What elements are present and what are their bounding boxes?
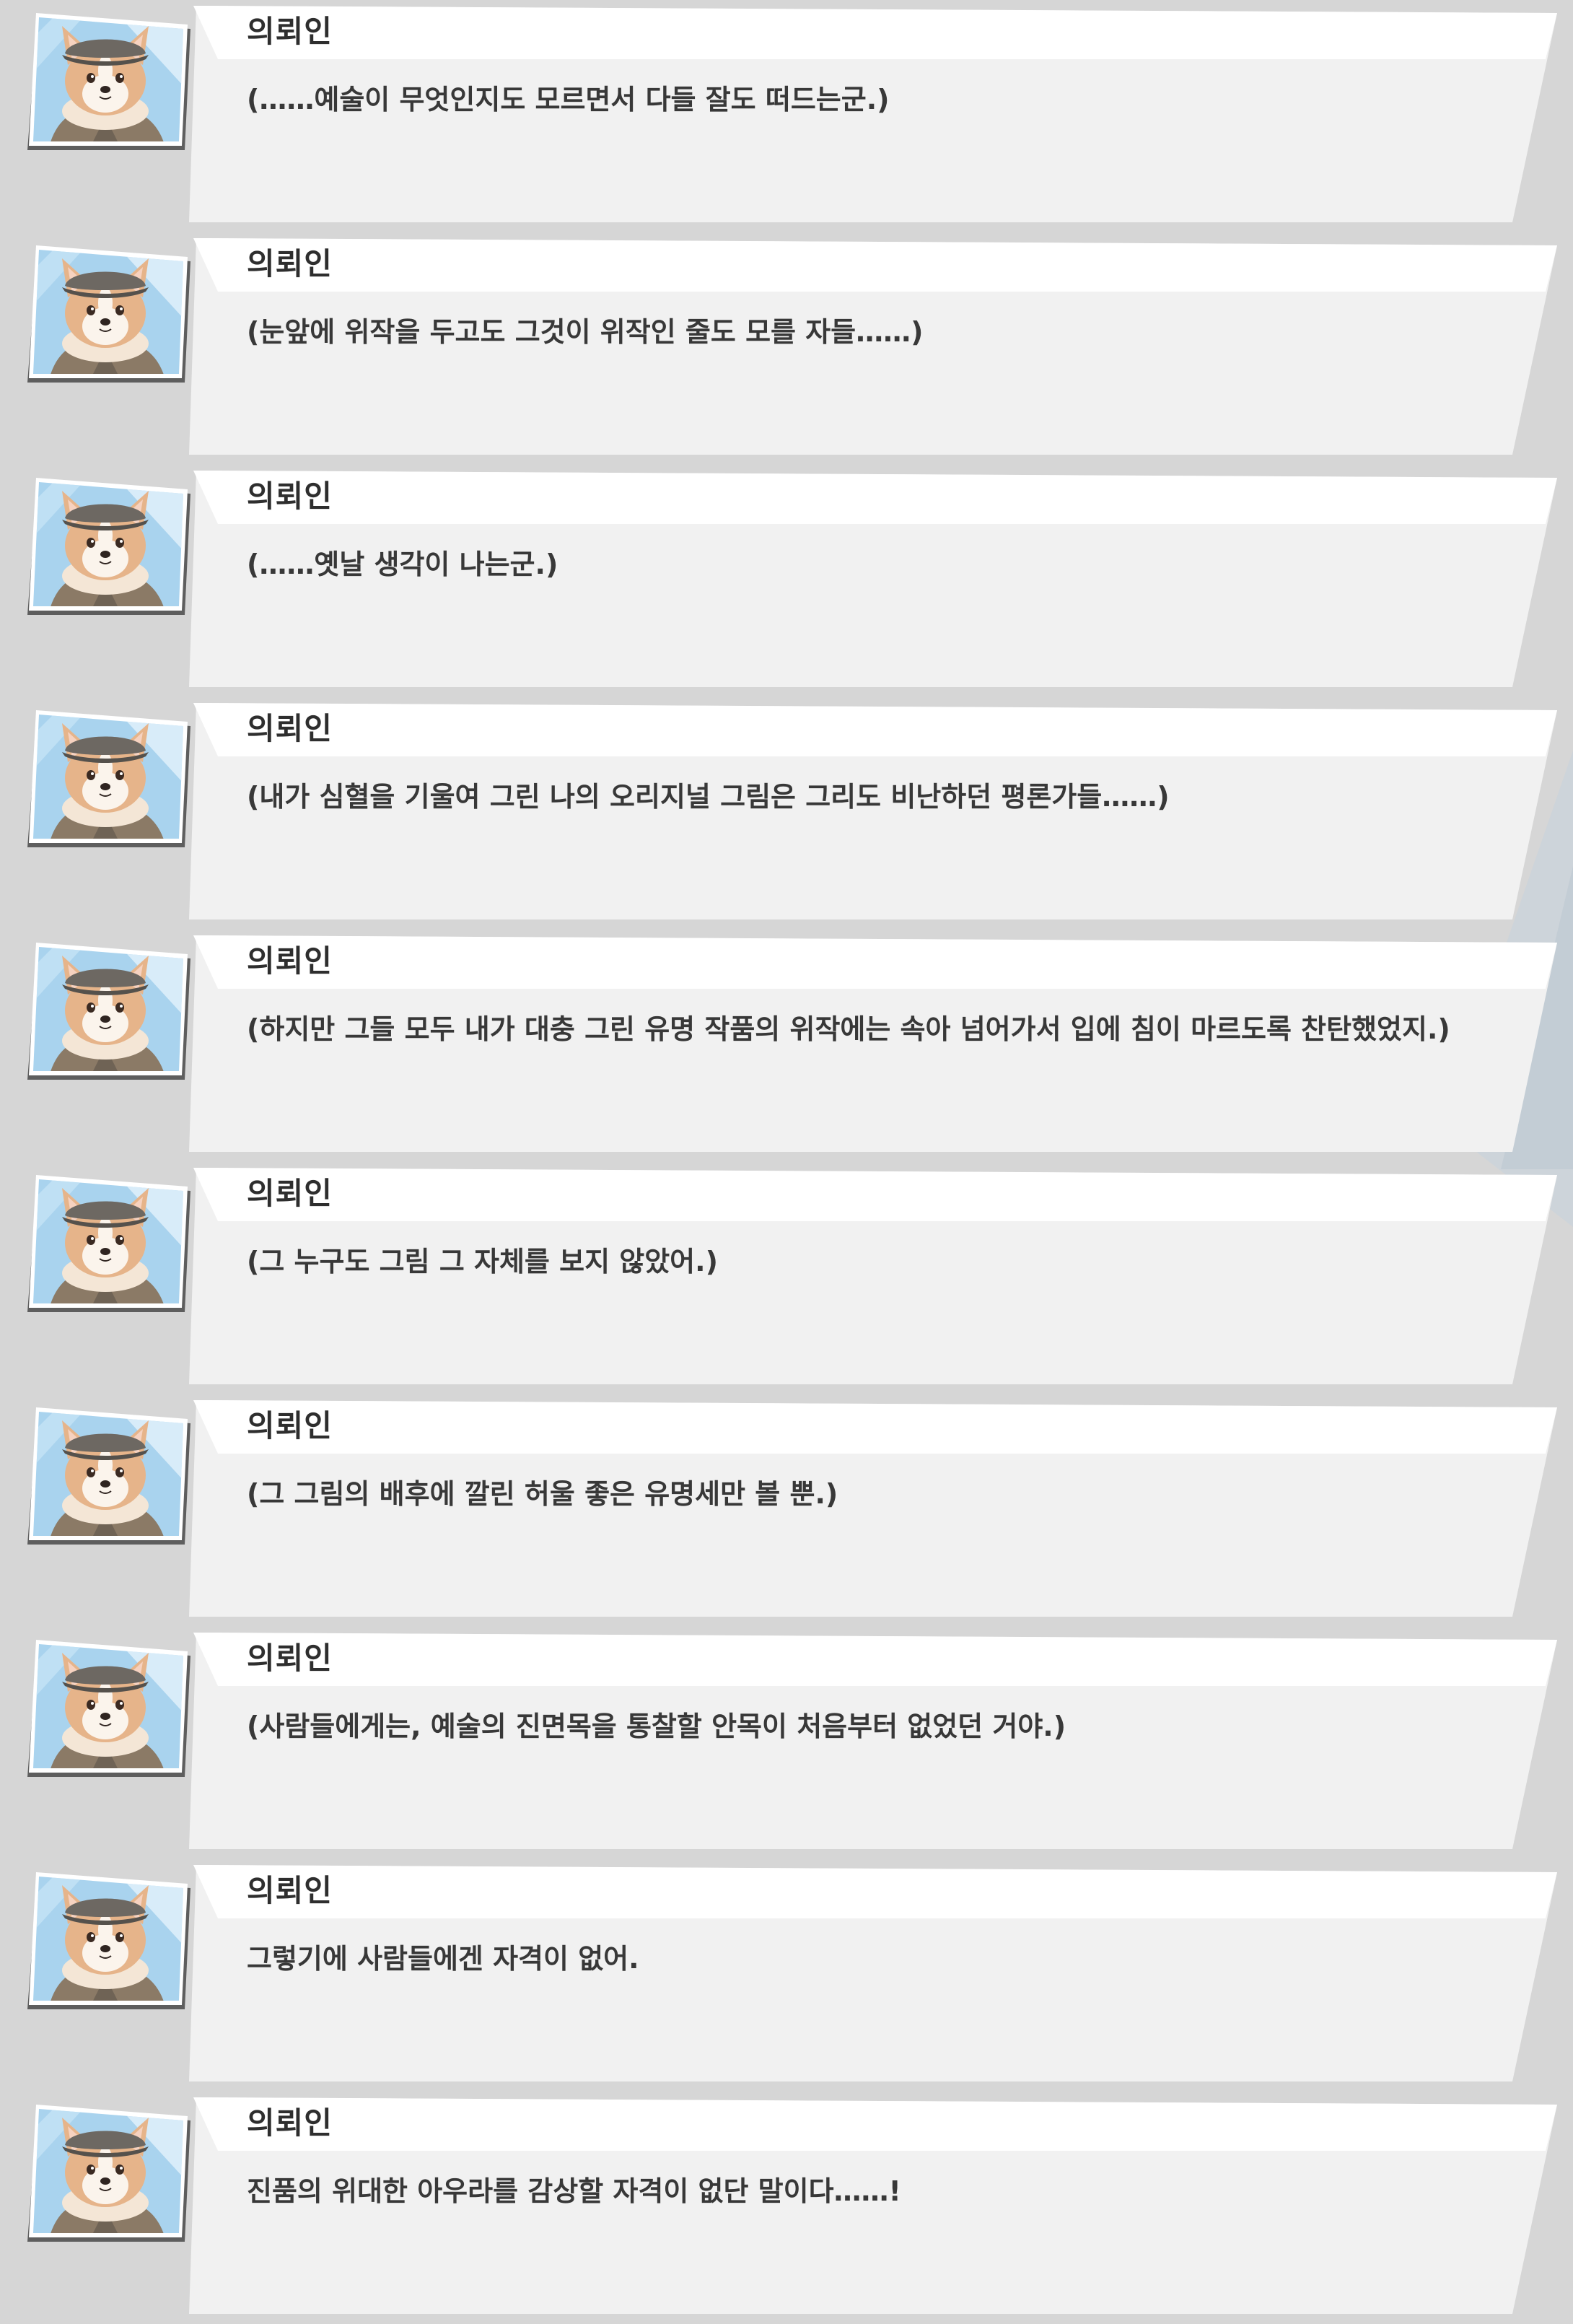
dialogue-entry-8: 의뢰인 (사람들에게는, 예술의 진면목을 통찰할 안목이 처음부터 없었던 거… bbox=[0, 1627, 1573, 1859]
dialogue-bubble[interactable]: 의뢰인 (그 그림의 배후에 깔린 허울 좋은 유명세만 볼 뿐.) bbox=[189, 1400, 1557, 1617]
corgi-client-portrait bbox=[19, 1868, 192, 2012]
corgi-client-portrait bbox=[19, 1171, 192, 1315]
dialogue-text: 진품의 위대한 아우라를 감상할 자격이 없단 말이다……! bbox=[247, 2175, 901, 2207]
speaker-name: 의뢰인 bbox=[247, 479, 333, 514]
dialogue-text: 그렇기에 사람들에겐 자격이 없어. bbox=[247, 1943, 639, 1975]
dialogue-bubble[interactable]: 의뢰인 (……옛날 생각이 나는군.) bbox=[189, 471, 1557, 687]
speaker-name: 의뢰인 bbox=[247, 1641, 333, 1676]
dialogue-entry-7: 의뢰인 (그 그림의 배후에 깔린 허울 좋은 유명세만 볼 뿐.) bbox=[0, 1394, 1573, 1627]
corgi-client-portrait bbox=[19, 1635, 192, 1780]
dialogue-entry-5: 의뢰인 (하지만 그들 모두 내가 대충 그린 유명 작품의 위작에는 속아 넘… bbox=[0, 930, 1573, 1162]
dialogue-bubble[interactable]: 의뢰인 진품의 위대한 아우라를 감상할 자격이 없단 말이다……! bbox=[189, 2097, 1557, 2314]
speaker-name: 의뢰인 bbox=[247, 2105, 333, 2141]
dialogue-bubble[interactable]: 의뢰인 (눈앞에 위작을 두고도 그것이 위작인 줄도 모를 자들……) bbox=[189, 238, 1557, 455]
dialogue-bubble[interactable]: 의뢰인 (사람들에게는, 예술의 진면목을 통찰할 안목이 처음부터 없었던 거… bbox=[189, 1633, 1557, 1849]
speaker-name: 의뢰인 bbox=[247, 1176, 333, 1211]
dialogue-bubble[interactable]: 의뢰인 (……예술이 무엇인지도 모르면서 다들 잘도 떠드는군.) bbox=[189, 6, 1557, 222]
corgi-client-portrait bbox=[19, 938, 192, 1083]
corgi-client-portrait bbox=[19, 2100, 192, 2245]
dialogue-entry-9: 의뢰인 그렇기에 사람들에겐 자격이 없어. bbox=[0, 1859, 1573, 2092]
dialogue-text: (하지만 그들 모두 내가 대충 그린 유명 작품의 위작에는 속아 넘어가서 … bbox=[247, 1013, 1450, 1045]
corgi-client-portrait bbox=[19, 1403, 192, 1547]
dialogue-entry-1: 의뢰인 (……예술이 무엇인지도 모르면서 다들 잘도 떠드는군.) bbox=[0, 0, 1573, 232]
dialogue-text: (내가 심혈을 기울여 그린 나의 오리지널 그림은 그리도 비난하던 평론가들… bbox=[247, 781, 1170, 813]
dialogue-text: (그 그림의 배후에 깔린 허울 좋은 유명세만 볼 뿐.) bbox=[247, 1478, 838, 1510]
dialogue-log: 의뢰인 (……예술이 무엇인지도 모르면서 다들 잘도 떠드는군.) 의뢰인 (… bbox=[0, 0, 1573, 2323]
dialogue-bubble[interactable]: 의뢰인 (하지만 그들 모두 내가 대충 그린 유명 작품의 위작에는 속아 넘… bbox=[189, 935, 1557, 1152]
dialogue-bubble[interactable]: 의뢰인 (내가 심혈을 기울여 그린 나의 오리지널 그림은 그리도 비난하던 … bbox=[189, 703, 1557, 919]
dialogue-text: (……옛날 생각이 나는군.) bbox=[247, 549, 558, 580]
dialogue-text: (눈앞에 위작을 두고도 그것이 위작인 줄도 모를 자들……) bbox=[247, 316, 924, 348]
dialogue-text: (그 누구도 그림 그 자체를 보지 않았어.) bbox=[247, 1246, 718, 1277]
dialogue-text: (사람들에게는, 예술의 진면목을 통찰할 안목이 처음부터 없었던 거야.) bbox=[247, 1711, 1066, 1742]
corgi-client-portrait bbox=[19, 9, 192, 153]
speaker-name: 의뢰인 bbox=[247, 1408, 333, 1443]
corgi-client-portrait bbox=[19, 706, 192, 850]
dialogue-entry-10: 의뢰인 진품의 위대한 아우라를 감상할 자격이 없단 말이다……! bbox=[0, 2092, 1573, 2324]
dialogue-entry-4: 의뢰인 (내가 심혈을 기울여 그린 나의 오리지널 그림은 그리도 비난하던 … bbox=[0, 697, 1573, 930]
dialogue-entry-2: 의뢰인 (눈앞에 위작을 두고도 그것이 위작인 줄도 모를 자들……) bbox=[0, 232, 1573, 465]
dialogue-bubble[interactable]: 의뢰인 그렇기에 사람들에겐 자격이 없어. bbox=[189, 1865, 1557, 2081]
dialogue-entry-3: 의뢰인 (……옛날 생각이 나는군.) bbox=[0, 465, 1573, 697]
dialogue-entry-6: 의뢰인 (그 누구도 그림 그 자체를 보지 않았어.) bbox=[0, 1162, 1573, 1394]
speaker-name: 의뢰인 bbox=[247, 1873, 333, 1908]
dialogue-bubble[interactable]: 의뢰인 (그 누구도 그림 그 자체를 보지 않았어.) bbox=[189, 1168, 1557, 1384]
speaker-name: 의뢰인 bbox=[247, 711, 333, 746]
dialogue-text: (……예술이 무엇인지도 모르면서 다들 잘도 떠드는군.) bbox=[247, 84, 890, 115]
corgi-client-portrait bbox=[19, 473, 192, 618]
speaker-name: 의뢰인 bbox=[247, 14, 333, 49]
corgi-client-portrait bbox=[19, 241, 192, 385]
speaker-name: 의뢰인 bbox=[247, 246, 333, 281]
speaker-name: 의뢰인 bbox=[247, 943, 333, 979]
